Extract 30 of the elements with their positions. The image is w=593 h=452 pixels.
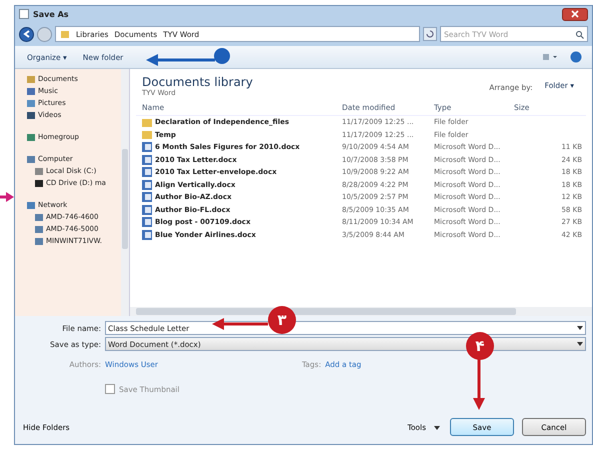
back-button[interactable] [19,26,34,42]
document-icon [142,230,152,240]
view-icon[interactable] [542,52,558,62]
folder-icon [60,29,70,39]
scrollbar[interactable] [130,307,592,316]
window-title: Save As [33,10,69,18]
document-icon [142,154,152,165]
library-title: Documents library [142,75,253,89]
dropdown-arrow-icon [577,326,583,330]
document-icon [142,142,152,152]
callout-arrow [473,358,485,410]
step-dot [214,48,230,64]
document-icon [142,192,152,202]
close-icon [570,10,580,18]
window-icon [19,9,29,19]
scrollbar[interactable] [121,69,129,316]
document-icon [142,180,152,190]
callout-arrow [146,54,215,66]
document-icon [142,204,152,215]
thumbnail-checkbox[interactable] [105,384,115,394]
document-icon [142,217,152,228]
refresh-icon [426,30,434,38]
document-icon [142,167,152,178]
callout-arrow [212,318,268,330]
dropdown-arrow-icon [577,342,583,346]
close-button[interactable] [562,8,588,20]
pointer-arrow [0,192,14,202]
search-icon [575,30,584,38]
dropdown-arrow-icon [434,426,440,430]
refresh-button[interactable] [423,27,437,41]
